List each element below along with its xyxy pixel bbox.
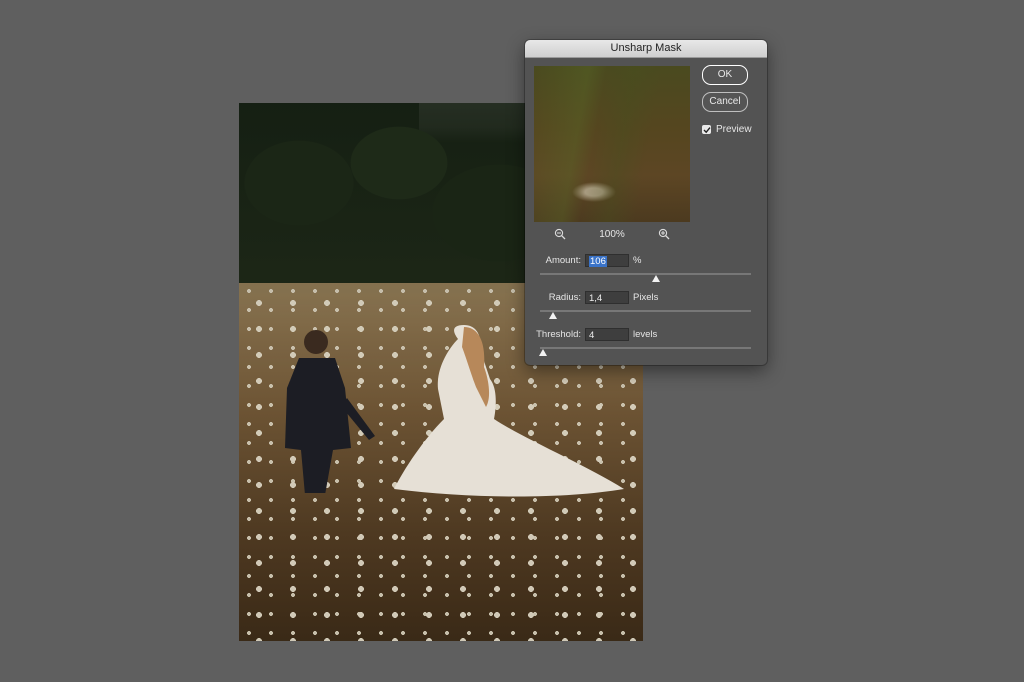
radius-unit: Pixels bbox=[633, 291, 659, 303]
amount-unit: % bbox=[633, 254, 642, 266]
amount-slider-thumb[interactable] bbox=[652, 275, 661, 282]
zoom-out-icon[interactable] bbox=[554, 228, 566, 240]
zoom-controls: 100% bbox=[534, 227, 690, 241]
threshold-unit: levels bbox=[633, 328, 658, 340]
amount-row: Amount: 106 % bbox=[525, 253, 767, 267]
radius-slider-track[interactable] bbox=[540, 310, 751, 312]
amount-label: Amount: bbox=[545, 254, 581, 266]
amount-slider[interactable] bbox=[540, 271, 751, 282]
radius-input[interactable]: 1,4 bbox=[585, 290, 629, 304]
threshold-slider-thumb[interactable] bbox=[539, 349, 548, 356]
unsharp-mask-dialog: Unsharp Mask 100% OK Cancel Preview Amou… bbox=[525, 40, 767, 365]
preview-checkbox[interactable] bbox=[702, 125, 711, 134]
threshold-row: Threshold: 4 levels bbox=[525, 327, 767, 341]
threshold-slider[interactable] bbox=[539, 345, 751, 356]
checkmark-icon bbox=[703, 126, 711, 133]
threshold-input[interactable]: 4 bbox=[585, 327, 629, 341]
threshold-slider-track[interactable] bbox=[540, 347, 751, 349]
preview-toggle[interactable]: Preview bbox=[702, 124, 752, 135]
zoom-level: 100% bbox=[599, 228, 625, 240]
amount-value: 106 bbox=[589, 255, 607, 267]
radius-label: Radius: bbox=[548, 291, 581, 303]
preview-label: Preview bbox=[716, 124, 752, 135]
photo-groom bbox=[285, 330, 375, 493]
ok-button[interactable]: OK bbox=[702, 65, 748, 85]
radius-slider[interactable] bbox=[540, 308, 751, 319]
radius-row: Radius: 1,4 Pixels bbox=[525, 290, 767, 304]
amount-slider-track[interactable] bbox=[540, 273, 751, 275]
radius-slider-thumb[interactable] bbox=[548, 312, 557, 319]
filter-preview-thumbnail[interactable] bbox=[534, 66, 690, 222]
dialog-title[interactable]: Unsharp Mask bbox=[525, 40, 767, 58]
threshold-label: Threshold: bbox=[536, 328, 581, 340]
zoom-in-icon[interactable] bbox=[658, 228, 670, 240]
amount-input[interactable]: 106 bbox=[585, 253, 629, 267]
cancel-button[interactable]: Cancel bbox=[702, 92, 748, 112]
